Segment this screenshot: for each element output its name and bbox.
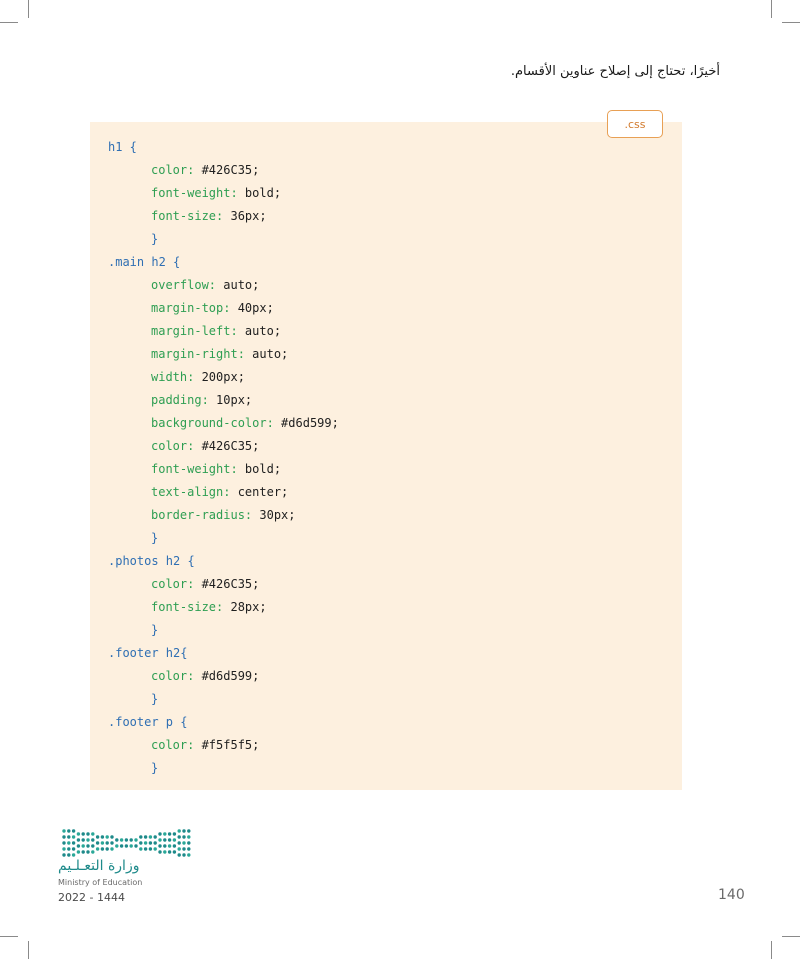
crop-mark xyxy=(771,941,772,959)
instruction-text: أخيرًا، تحتاج إلى إصلاح عناوين الأقسام. xyxy=(510,64,720,79)
code-token-brace: } xyxy=(151,232,159,246)
code-token-prop: color: xyxy=(151,738,195,752)
code-token-brace: } xyxy=(151,761,159,775)
css-selector-line: h1 { xyxy=(108,136,339,159)
code-token-prop: overflow: xyxy=(151,278,217,292)
code-token-brace: } xyxy=(151,531,159,545)
css-selector-line: .main h2 { xyxy=(108,251,339,274)
code-token-prop: margin-right: xyxy=(151,347,245,361)
code-token-prop: background-color: xyxy=(151,416,274,430)
css-closing-brace: } xyxy=(108,619,339,642)
css-declaration-line: color: #426C35; xyxy=(108,573,339,596)
code-token-val: #426C35; xyxy=(194,163,260,177)
ministry-of-education-logo xyxy=(62,829,191,857)
css-selector-line: .photos h2 { xyxy=(108,550,339,573)
code-token-prop: width: xyxy=(151,370,195,384)
code-token-val: #d6d599; xyxy=(194,669,260,683)
code-token-val: 28px; xyxy=(223,600,267,614)
code-token-val: #d6d599; xyxy=(273,416,339,430)
code-token-val: auto; xyxy=(237,324,282,338)
code-token-sel: .main h2 { xyxy=(108,255,181,269)
css-declaration-line: text-align: center; xyxy=(108,481,339,504)
crop-mark xyxy=(0,936,18,937)
ministry-name-arabic: وزارة التعـلـيم xyxy=(58,858,140,874)
css-closing-brace: } xyxy=(108,757,339,780)
code-token-val: #f5f5f5; xyxy=(194,738,260,752)
code-token-prop: color: xyxy=(151,669,195,683)
code-token-val: 36px; xyxy=(223,209,267,223)
css-declaration-line: margin-top: 40px; xyxy=(108,297,339,320)
code-token-val: #426C35; xyxy=(194,439,260,453)
code-token-val: #426C35; xyxy=(194,577,260,591)
css-code-block: h1 {color: #426C35; font-weight: bold; fon… xyxy=(108,136,339,780)
css-declaration-line: margin-right: auto; xyxy=(108,343,339,366)
crop-mark xyxy=(782,22,800,23)
css-selector-line: .footer h2{ xyxy=(108,642,339,665)
code-token-prop: margin-top: xyxy=(151,301,231,315)
file-type-tab: .css xyxy=(607,110,663,138)
crop-mark xyxy=(28,941,29,959)
code-token-val: bold; xyxy=(237,186,282,200)
css-declaration-line: margin-left: auto; xyxy=(108,320,339,343)
css-declaration-line: color: #f5f5f5; xyxy=(108,734,339,757)
crop-mark xyxy=(28,0,29,18)
code-token-prop: font-size: xyxy=(151,209,224,223)
css-declaration-line: color: #d6d599; xyxy=(108,665,339,688)
code-token-sel: h1 { xyxy=(108,140,137,154)
crop-mark xyxy=(0,22,18,23)
css-closing-brace: } xyxy=(108,228,339,251)
css-declaration-line: font-size: 36px; xyxy=(108,205,339,228)
crop-mark xyxy=(782,936,800,937)
code-token-prop: font-weight: xyxy=(151,186,238,200)
code-token-sel: .footer p { xyxy=(108,715,188,729)
css-declaration-line: font-size: 28px; xyxy=(108,596,339,619)
code-token-val: bold; xyxy=(237,462,282,476)
code-token-prop: font-weight: xyxy=(151,462,238,476)
code-token-prop: margin-left: xyxy=(151,324,238,338)
css-declaration-line: font-weight: bold; xyxy=(108,182,339,205)
css-closing-brace: } xyxy=(108,527,339,550)
css-declaration-line: font-weight: bold; xyxy=(108,458,339,481)
code-token-prop: text-align: xyxy=(151,485,231,499)
code-token-val: 10px; xyxy=(208,393,253,407)
css-declaration-line: overflow: auto; xyxy=(108,274,339,297)
code-token-sel: .footer h2{ xyxy=(108,646,188,660)
css-declaration-line: background-color: #d6d599; xyxy=(108,412,339,435)
code-token-brace: } xyxy=(151,692,159,706)
code-token-val: auto; xyxy=(216,278,260,292)
code-token-val: 40px; xyxy=(230,301,274,315)
page-number: 140 xyxy=(718,887,745,903)
css-declaration-line: color: #426C35; xyxy=(108,159,339,182)
css-closing-brace: } xyxy=(108,688,339,711)
code-token-prop: color: xyxy=(151,439,195,453)
code-token-brace: } xyxy=(151,623,159,637)
code-token-prop: color: xyxy=(151,163,195,177)
code-token-val: auto; xyxy=(244,347,289,361)
code-token-prop: color: xyxy=(151,577,195,591)
css-declaration-line: color: #426C35; xyxy=(108,435,339,458)
css-declaration-line: border-radius: 30px; xyxy=(108,504,339,527)
code-token-val: center; xyxy=(230,485,289,499)
code-token-prop: padding: xyxy=(151,393,209,407)
code-token-val: 200px; xyxy=(194,370,245,384)
css-declaration-line: padding: 10px; xyxy=(108,389,339,412)
ministry-name-english: Ministry of Education xyxy=(58,878,143,887)
css-selector-line: .footer p { xyxy=(108,711,339,734)
code-token-prop: border-radius: xyxy=(151,508,253,522)
crop-mark xyxy=(771,0,772,18)
code-token-prop: font-size: xyxy=(151,600,224,614)
code-token-sel: .photos h2 { xyxy=(108,554,195,568)
code-token-val: 30px; xyxy=(252,508,296,522)
css-declaration-line: width: 200px; xyxy=(108,366,339,389)
edition-year: 2022 - 1444 xyxy=(58,891,125,904)
